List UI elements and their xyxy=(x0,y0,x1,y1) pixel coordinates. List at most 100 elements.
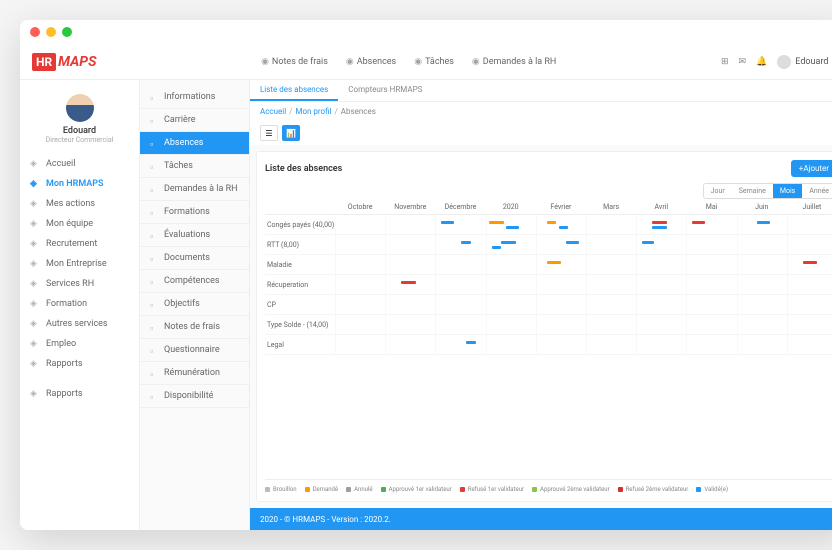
tab-liste-des-absences[interactable]: Liste des absences xyxy=(250,80,338,101)
topbar-right: ⊞ ✉ 🔔 Edouard ⌄ xyxy=(721,55,832,69)
subnav-objectifs[interactable]: ▫Objectifs xyxy=(140,293,249,316)
legend-item: Refusé 2ème validateur xyxy=(618,486,689,493)
legend-item: Brouillon xyxy=(265,486,297,493)
subnav-absences[interactable]: ▫Absences xyxy=(140,132,249,155)
book-icon: ◈ xyxy=(30,299,40,309)
nav-formation[interactable]: ◈Formation xyxy=(20,294,139,314)
grid-icon[interactable]: ⊞ xyxy=(721,57,729,67)
absence-bar[interactable] xyxy=(642,241,654,244)
subnav-demandes-à-la-rh[interactable]: ▫Demandes à la RH xyxy=(140,178,249,201)
topnav-notes-de-frais[interactable]: ◉Notes de frais xyxy=(261,57,328,67)
check-icon: ◉ xyxy=(414,57,422,67)
nav-recrutement[interactable]: ◈Recrutement xyxy=(20,234,139,254)
absence-bar[interactable] xyxy=(501,241,516,244)
subnav-compétences[interactable]: ▫Compétences xyxy=(140,270,249,293)
logo[interactable]: HR MAPS xyxy=(32,53,96,71)
list-view-button[interactable]: ☰ xyxy=(260,125,278,141)
badge-icon: ▫ xyxy=(150,277,159,286)
crumb-home[interactable]: Accueil xyxy=(260,107,286,116)
nav-mon-entreprise[interactable]: ◈Mon Entreprise xyxy=(20,254,139,274)
profile-role: Directeur Commercial xyxy=(20,136,139,144)
subnav-notes-de-frais[interactable]: ▫Notes de frais xyxy=(140,316,249,339)
absence-bar[interactable] xyxy=(441,221,453,224)
subnav-documents[interactable]: ▫Documents xyxy=(140,247,249,270)
legend-item: Approuvé 1er validateur xyxy=(381,486,452,493)
add-button[interactable]: +Ajouter xyxy=(791,160,832,177)
absence-bar[interactable] xyxy=(506,226,518,229)
range-mois[interactable]: Mois xyxy=(773,184,802,198)
row-label: Type Solde - (14,00) xyxy=(265,321,335,329)
subnav-rémunération[interactable]: ▫Rémunération xyxy=(140,362,249,385)
absence-bar[interactable] xyxy=(803,261,818,264)
absence-bar[interactable] xyxy=(492,246,502,249)
range-jour[interactable]: Jour xyxy=(704,184,732,198)
absence-bar[interactable] xyxy=(547,261,562,264)
nav-accueil[interactable]: ◈Accueil xyxy=(20,154,139,174)
absence-bar[interactable] xyxy=(401,281,416,284)
absence-timeline: OctobreNovembreDécembre2020FévrierMarsAv… xyxy=(265,203,832,493)
nav-rapports[interactable]: ◈Rapports xyxy=(20,384,139,404)
building-icon: ◈ xyxy=(30,259,40,269)
doc-icon: ▫ xyxy=(150,254,159,263)
nav-mon-équipe[interactable]: ◈Mon équipe xyxy=(20,214,139,234)
subnav-informations[interactable]: ▫Informations xyxy=(140,86,249,109)
absence-bar[interactable] xyxy=(652,226,667,229)
range-année[interactable]: Année xyxy=(802,184,832,198)
subnav-carrière[interactable]: ▫Carrière xyxy=(140,109,249,132)
tab-compteurs-hrmaps[interactable]: Compteurs HRMAPS xyxy=(338,80,432,101)
chart-icon: ◈ xyxy=(30,389,40,399)
month-header: 2020 xyxy=(486,203,536,211)
top-nav: ◉Notes de frais ◉Absences ◉Tâches ◉Demandes… xyxy=(261,57,556,67)
absence-bar[interactable] xyxy=(692,221,704,224)
subnav-formations[interactable]: ▫Formations xyxy=(140,201,249,224)
absence-bar[interactable] xyxy=(757,221,769,224)
legend: BrouillonDemandéAnnuléApprouvé 1er valid… xyxy=(265,479,832,493)
timeline-row: Legal xyxy=(265,335,832,355)
nav-services-rh[interactable]: ◈Services RH xyxy=(20,274,139,294)
nav-mes-actions[interactable]: ◈Mes actions xyxy=(20,194,139,214)
crumb-profile[interactable]: Mon profil xyxy=(295,107,331,116)
target-icon: ▫ xyxy=(150,300,159,309)
absence-bar[interactable] xyxy=(489,221,504,224)
nav-rapports[interactable]: ◈Rapports xyxy=(20,354,139,374)
absence-bar[interactable] xyxy=(652,221,667,224)
mail-icon[interactable]: ✉ xyxy=(739,57,747,67)
subnav-évaluations[interactable]: ▫Évaluations xyxy=(140,224,249,247)
bell-icon[interactable]: 🔔 xyxy=(756,57,767,67)
legend-color-icon xyxy=(346,487,351,492)
content-title: Liste des absences xyxy=(265,164,342,174)
close-icon[interactable] xyxy=(30,27,40,37)
month-header: Novembre xyxy=(385,203,435,211)
minimize-icon[interactable] xyxy=(46,27,56,37)
range-semaine[interactable]: Semaine xyxy=(732,184,773,198)
topnav-tâches[interactable]: ◉Tâches xyxy=(414,57,454,67)
topbar: HR MAPS ◉Notes de frais◉Absences◉Tâches◉… xyxy=(20,44,832,80)
absence-bar[interactable] xyxy=(566,241,578,244)
absence-bar[interactable] xyxy=(466,341,476,344)
clock-icon: ▫ xyxy=(150,392,159,401)
timeline-view-button[interactable]: 📊 xyxy=(282,125,300,141)
nav-mon-hrmaps[interactable]: ◈Mon HRMAPS xyxy=(20,174,139,194)
subnav-questionnaire[interactable]: ▫Questionnaire xyxy=(140,339,249,362)
absence-bar[interactable] xyxy=(547,221,557,224)
user-icon: ◈ xyxy=(30,179,40,189)
legend-color-icon xyxy=(305,487,310,492)
subnav-tâches[interactable]: ▫Tâches xyxy=(140,155,249,178)
row-label: Congés payés (40,00) xyxy=(265,221,335,229)
nav-autres-services[interactable]: ◈Autres services xyxy=(20,314,139,334)
topnav-demandes-à-la-rh[interactable]: ◉Demandes à la RH xyxy=(472,57,556,67)
subnav-disponibilité[interactable]: ▫Disponibilité xyxy=(140,385,249,408)
legend-item: Demandé xyxy=(305,486,339,493)
receipt-icon: ▫ xyxy=(150,323,159,332)
chat-icon: ▫ xyxy=(150,185,159,194)
money-icon: ▫ xyxy=(150,369,159,378)
range-toggle: JourSemaineMoisAnnée xyxy=(703,183,832,199)
nav-empleo[interactable]: ◈Empleo xyxy=(20,334,139,354)
app-window: HR MAPS ◉Notes de frais◉Absences◉Tâches◉… xyxy=(20,20,832,530)
user-menu[interactable]: Edouard ⌄ xyxy=(777,55,832,69)
maximize-icon[interactable] xyxy=(62,27,72,37)
absence-bar[interactable] xyxy=(461,241,471,244)
topnav-absences[interactable]: ◉Absences xyxy=(346,57,396,67)
absence-bar[interactable] xyxy=(559,226,568,229)
breadcrumb: Accueil/Mon profil/Absences xyxy=(250,102,832,121)
